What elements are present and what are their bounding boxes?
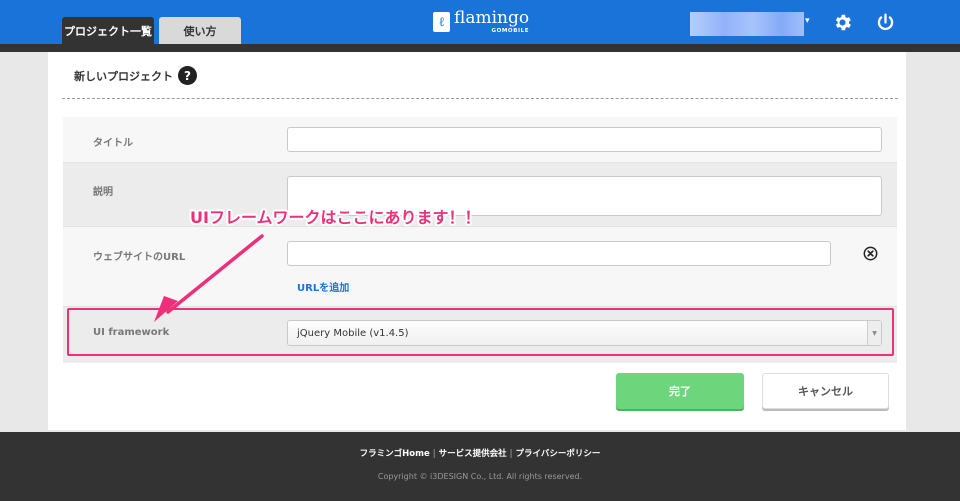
help-icon[interactable]: ? [178, 66, 197, 85]
footer-link-home[interactable]: フラミンゴHome [360, 449, 430, 459]
power-icon[interactable] [875, 12, 896, 33]
cancel-button[interactable]: キャンセル [762, 373, 889, 409]
description-label: 説明 [93, 187, 113, 198]
website-url-input[interactable] [287, 241, 831, 266]
footer [0, 432, 960, 501]
header-divider [0, 44, 960, 52]
gear-icon[interactable] [832, 12, 853, 33]
page-title: 新しいプロジェクト [74, 70, 173, 83]
footer-link-privacy[interactable]: プライバシーポリシー [516, 449, 601, 459]
flamingo-logo[interactable]: ℓ flamingo GOMOBILE [433, 10, 529, 40]
logo-sub: GOMOBILE [491, 28, 530, 34]
title-divider [62, 98, 898, 99]
copyright-text: Copyright © i3DESIGN Co., Ltd. All right… [377, 472, 583, 481]
title-input[interactable] [287, 127, 882, 152]
title-label: タイトル [93, 138, 133, 149]
done-button[interactable]: 完了 [616, 373, 744, 409]
annotation-callout-text: UIフレームワークはここにあります！！ [190, 208, 481, 227]
annotation-arrow-icon [154, 234, 264, 322]
user-account-menu[interactable] [690, 12, 804, 36]
remove-url-icon[interactable] [863, 246, 878, 261]
chevron-down-icon[interactable]: ▾ [805, 16, 810, 26]
tab-how-to-use[interactable]: 使い方 [159, 17, 241, 44]
logo-mark-icon: ℓ [433, 12, 450, 32]
tab-project-list[interactable]: プロジェクト一覧 [62, 17, 154, 44]
logo-name: flamingo [454, 8, 530, 28]
add-url-link[interactable]: URLを追加 [297, 279, 349, 294]
footer-link-company[interactable]: サービス提供会社 [439, 449, 507, 459]
footer-links: フラミンゴHome | サービス提供会社 | プライバシーポリシー [359, 449, 601, 459]
